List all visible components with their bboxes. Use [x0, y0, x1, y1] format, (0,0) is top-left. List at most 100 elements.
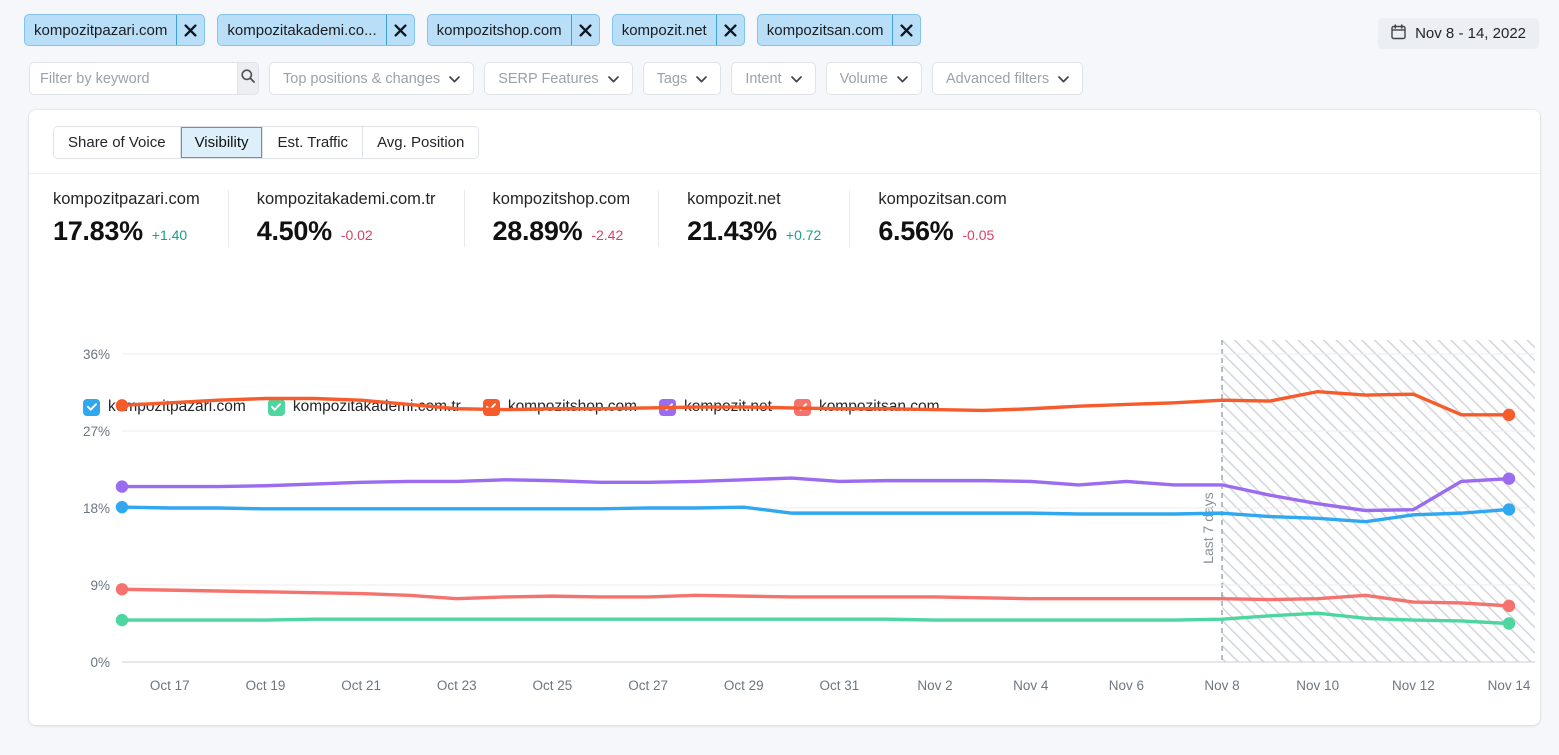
series-start-marker — [115, 613, 129, 627]
tab-visibility[interactable]: Visibility — [180, 127, 264, 158]
domain-chip[interactable]: kompozit.net — [611, 14, 745, 46]
chevron-down-icon — [449, 71, 461, 87]
last-7-days-band — [1222, 340, 1535, 662]
filter-dropdown[interactable]: Top positions & changes — [269, 62, 475, 95]
series-start-marker — [115, 399, 129, 412]
tab-label: Avg. Position — [377, 134, 465, 151]
metric-value: 6.56% — [878, 216, 954, 246]
tab-est-traffic[interactable]: Est. Traffic — [263, 127, 364, 158]
search-icon — [240, 68, 256, 89]
filter-label: Tags — [656, 70, 688, 87]
metric-delta: +0.72 — [785, 227, 822, 243]
x-axis-tick-label: Nov 10 — [1296, 678, 1339, 693]
x-axis-tick-label: Oct 25 — [533, 678, 573, 693]
domain-chip[interactable]: kompozitakademi.co... — [217, 14, 415, 46]
tab-label: Est. Traffic — [277, 134, 349, 151]
filter-dropdown[interactable]: Tags — [642, 62, 722, 95]
filter-dropdown[interactable]: Advanced filters — [931, 62, 1084, 95]
close-icon[interactable] — [892, 15, 920, 45]
metric-value: 28.89% — [492, 216, 583, 246]
metric-values: 4.50% -0.02 — [257, 216, 436, 247]
metric-value: 4.50% — [256, 216, 332, 246]
close-icon[interactable] — [715, 15, 744, 45]
x-axis-tick-label: Nov 6 — [1109, 678, 1144, 693]
tab-avg-position[interactable]: Avg. Position — [363, 127, 479, 158]
metric-card: kompozitsan.com 6.56% -0.05 — [850, 190, 1034, 247]
visibility-chart[interactable]: Last 7 days 0% 9% 18% 27% 36% Oct 17 Oct 19 Oct … — [29, 332, 1540, 712]
y-axis-tick-label: 0% — [90, 655, 110, 670]
metric-delta: +1.40 — [151, 227, 188, 243]
metric-domain: kompozitakademi.com.tr — [256, 190, 436, 208]
series-end-marker — [1502, 472, 1516, 485]
close-icon[interactable] — [570, 15, 599, 45]
metric-values: 6.56% -0.05 — [878, 216, 1006, 247]
filter-dropdown[interactable]: SERP Features — [484, 62, 633, 95]
domain-chip-label: kompozitpazari.com — [34, 21, 168, 39]
series-end-marker — [1502, 599, 1516, 613]
metric-card: kompozitshop.com 28.89% -2.42 — [465, 190, 660, 247]
chevron-down-icon — [696, 71, 708, 87]
filter-dropdown[interactable]: Intent — [731, 62, 816, 95]
metric-values: 28.89% -2.42 — [493, 216, 631, 247]
x-axis-tick-label: Nov 12 — [1392, 678, 1435, 693]
metric-domain: kompozitshop.com — [492, 190, 631, 208]
search-input[interactable] — [30, 63, 237, 94]
domain-chips: kompozitpazari.com kompozitakademi.co... k… — [24, 14, 922, 46]
filter-bar: Top positions & changes SERP Features Tags… — [29, 62, 1084, 95]
metric-delta: -0.02 — [340, 227, 373, 243]
chevron-down-icon — [1058, 71, 1069, 87]
metric-delta: -2.42 — [591, 227, 624, 243]
domain-chip-label: kompozitakademi.co... — [227, 21, 377, 39]
metric-value: 17.83% — [53, 216, 143, 246]
x-axis-tick-label: Nov 8 — [1204, 678, 1239, 693]
metric-card: kompozitakademi.com.tr 4.50% -0.02 — [229, 190, 465, 247]
chevron-down-icon — [897, 71, 908, 87]
x-axis-tick-label: Nov 14 — [1488, 678, 1531, 693]
metric-card: kompozit.net 21.43% +0.72 — [659, 190, 851, 247]
date-range-picker[interactable]: Nov 8 - 14, 2022 — [1378, 18, 1539, 49]
series-end-marker — [1502, 503, 1516, 516]
domain-chip-label: kompozit.net — [621, 21, 707, 39]
series-end-marker — [1502, 617, 1516, 630]
metric-tabs: Share of Voice Visibility Est. Traffic Avg.… — [53, 126, 480, 159]
last-7-days-label: Last 7 days — [1200, 492, 1216, 564]
metric-domain: kompozit.net — [687, 190, 781, 208]
series-start-marker — [115, 500, 129, 514]
series-start-marker — [115, 480, 129, 493]
metric-card: kompozitpazari.com 17.83% +1.40 — [53, 190, 229, 247]
keyword-filter[interactable] — [29, 62, 259, 95]
metric-value: 21.43% — [687, 216, 777, 246]
domain-chip[interactable]: kompozitsan.com — [756, 14, 922, 46]
metric-values: 17.83% +1.40 — [53, 216, 200, 247]
series-start-marker — [115, 583, 129, 596]
close-icon[interactable] — [176, 15, 204, 45]
metric-domain: kompozitpazari.com — [53, 190, 200, 208]
date-range-label: Nov 8 - 14, 2022 — [1415, 25, 1526, 42]
x-axis-tick-label: Nov 2 — [917, 678, 952, 693]
x-axis-tick-label: Oct 31 — [820, 678, 860, 693]
x-axis-tick-label: Oct 27 — [628, 678, 668, 693]
x-axis-tick-label: Oct 21 — [341, 678, 381, 693]
filter-label: SERP Features — [498, 70, 599, 87]
domain-chip-label: kompozitshop.com — [436, 21, 562, 39]
filter-dropdown[interactable]: Volume — [825, 62, 922, 95]
calendar-icon — [1391, 23, 1406, 44]
tab-share-of-voice[interactable]: Share of Voice — [54, 127, 181, 158]
metric-delta: -0.05 — [962, 227, 995, 243]
search-button[interactable] — [237, 63, 258, 94]
domain-chip-label: kompozitsan.com — [766, 21, 884, 39]
metric-values: 21.43% +0.72 — [687, 216, 821, 247]
close-icon[interactable] — [385, 15, 414, 45]
filter-label: Top positions & changes — [283, 70, 441, 87]
domain-chip[interactable]: kompozitpazari.com — [24, 14, 206, 46]
y-axis-tick-label: 9% — [90, 578, 110, 593]
metric-domain: kompozitsan.com — [878, 190, 1007, 208]
tab-label: Share of Voice — [68, 134, 166, 151]
filter-label: Volume — [839, 70, 888, 87]
chevron-down-icon — [607, 71, 619, 87]
x-axis-tick-label: Oct 19 — [246, 678, 286, 693]
filter-dropdowns: Top positions & changes SERP Features Tags… — [269, 62, 1084, 95]
domain-chip[interactable]: kompozitshop.com — [426, 14, 600, 46]
y-axis-tick-label: 36% — [83, 347, 110, 362]
x-axis-tick-label: Oct 17 — [150, 678, 190, 693]
